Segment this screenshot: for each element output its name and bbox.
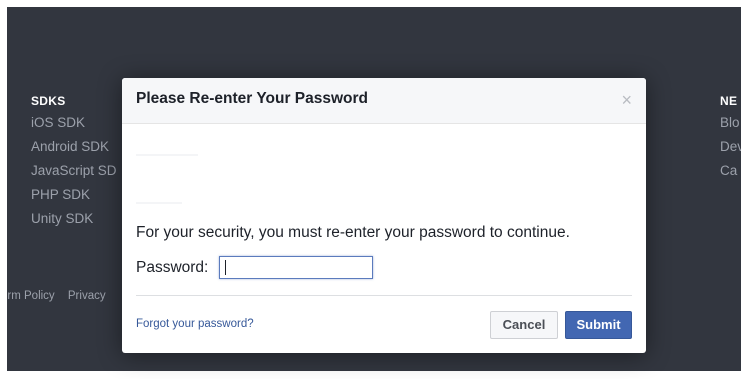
footer-link-unity-sdk[interactable]: Unity SDK bbox=[31, 207, 117, 231]
dialog-header: Please Re-enter Your Password × bbox=[122, 78, 646, 124]
forgot-password-link[interactable]: Forgot your password? bbox=[136, 318, 254, 330]
footer-link-ios-sdk[interactable]: iOS SDK bbox=[31, 111, 117, 135]
sdks-footer-column: SDKS iOS SDK Android SDK JavaScript SD P… bbox=[31, 91, 117, 231]
faded-placeholder-line bbox=[136, 154, 198, 156]
sdks-heading: SDKS bbox=[31, 94, 66, 108]
password-label: Password: bbox=[136, 259, 209, 276]
faded-placeholder-line bbox=[136, 202, 182, 204]
footer-link-blog[interactable]: Blo bbox=[720, 111, 741, 135]
privacy-policy-link[interactable]: Privacy bbox=[68, 290, 106, 302]
footer-link-javascript-sdk[interactable]: JavaScript SD bbox=[31, 159, 117, 183]
right-column-heading: NE bbox=[720, 94, 738, 108]
footer-link-ca[interactable]: Ca bbox=[720, 159, 741, 183]
security-message: For your security, you must re-enter you… bbox=[136, 224, 570, 241]
text-cursor bbox=[225, 260, 226, 275]
footer-divider bbox=[136, 295, 632, 296]
close-icon[interactable]: × bbox=[621, 90, 632, 110]
footer-link-dev[interactable]: Dev bbox=[720, 135, 741, 159]
reenter-password-dialog: Please Re-enter Your Password × For your… bbox=[122, 78, 646, 353]
cancel-button[interactable]: Cancel bbox=[490, 311, 558, 339]
password-input[interactable] bbox=[219, 256, 373, 279]
footer-link-php-sdk[interactable]: PHP SDK bbox=[31, 183, 117, 207]
right-footer-column: NE Blo Dev Ca bbox=[720, 91, 741, 183]
policy-links-row: orm Policy Privacy bbox=[7, 290, 116, 302]
dialog-title: Please Re-enter Your Password bbox=[136, 90, 369, 107]
submit-button[interactable]: Submit bbox=[565, 311, 632, 339]
footer-link-android-sdk[interactable]: Android SDK bbox=[31, 135, 117, 159]
platform-policy-link[interactable]: orm Policy bbox=[7, 290, 55, 302]
